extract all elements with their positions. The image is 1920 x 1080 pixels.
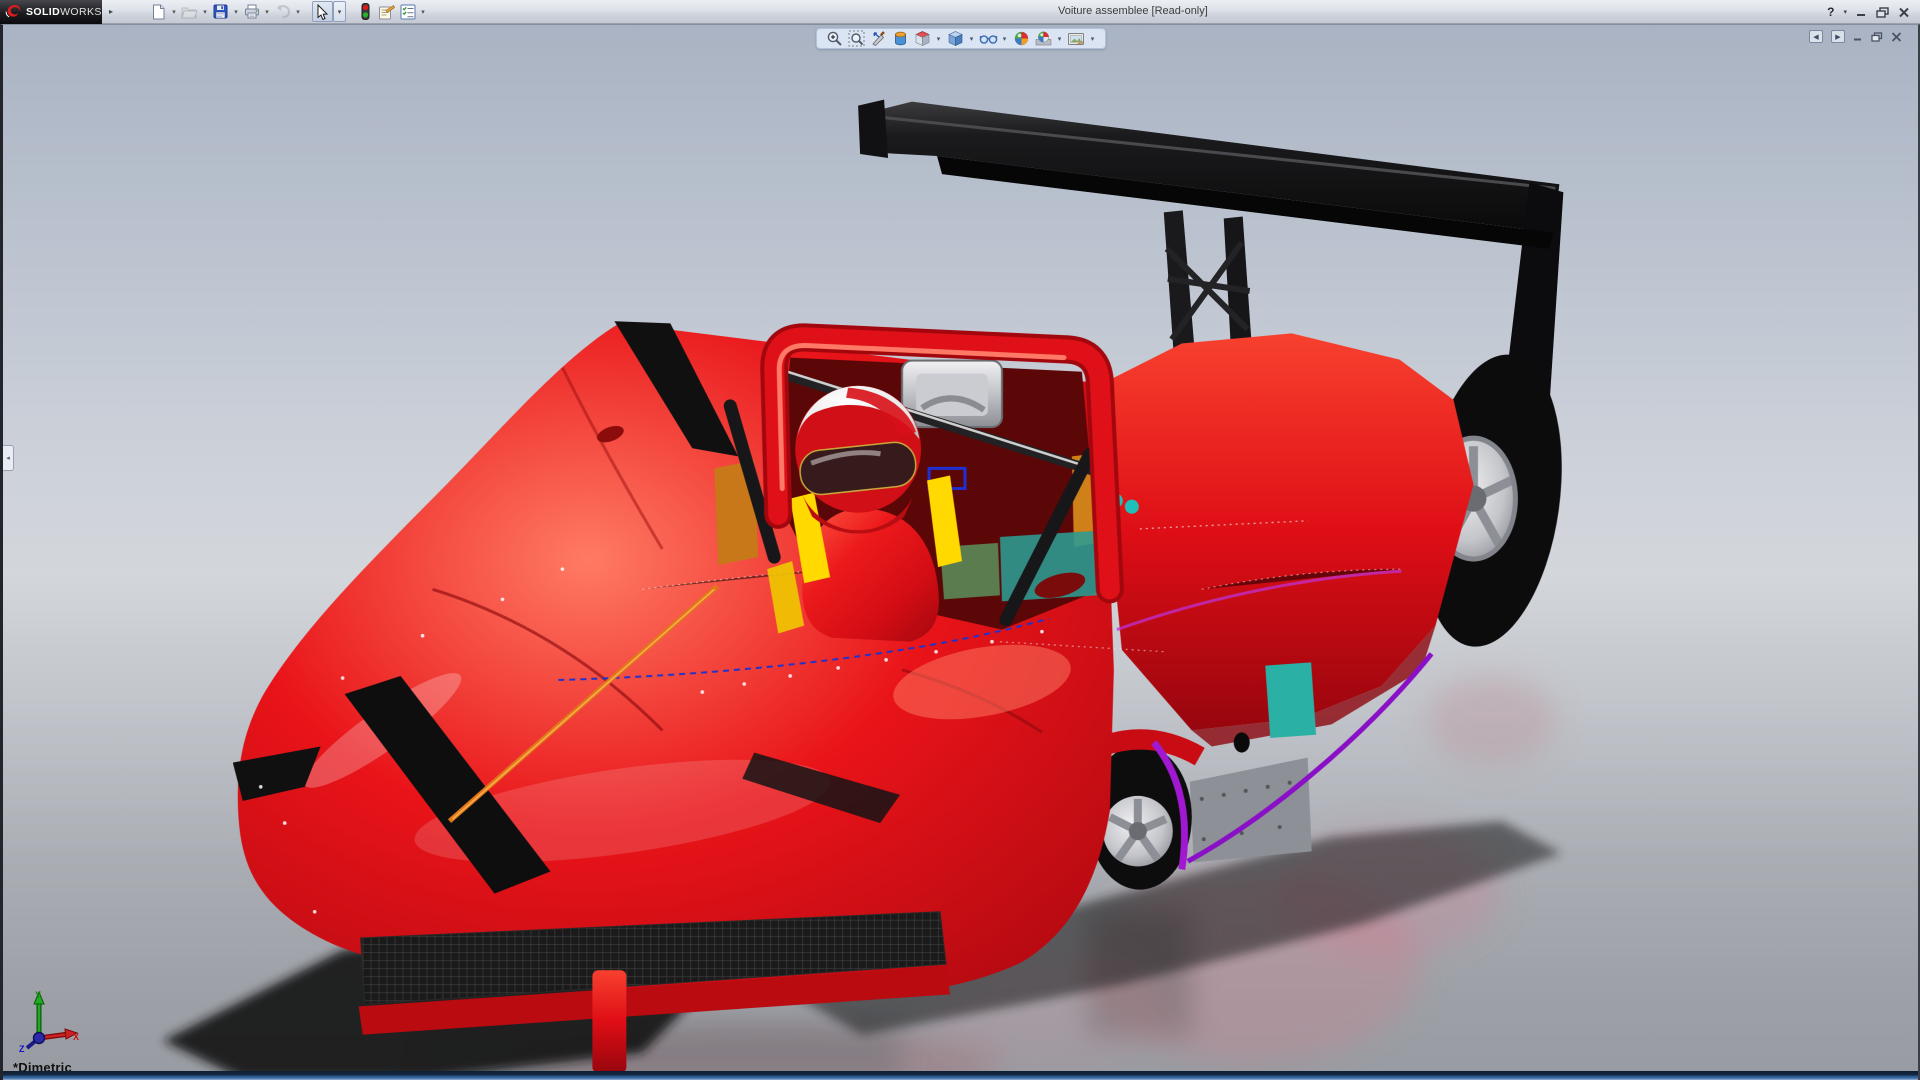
new-document-button[interactable]	[148, 1, 169, 22]
print-button[interactable]	[241, 1, 262, 22]
restore-icon	[1876, 7, 1889, 18]
undo-button[interactable]	[272, 1, 293, 22]
section-knife-icon	[870, 30, 887, 47]
zoom-to-area-button[interactable]	[825, 29, 844, 48]
select-cursor-icon	[316, 4, 329, 20]
scene-ball-icon	[1035, 30, 1052, 47]
apply-scene-dropdown[interactable]: ▾	[1056, 35, 1064, 43]
zoom-fit-icon	[848, 30, 865, 47]
doc-close-icon	[1891, 32, 1902, 42]
hide-show-items-dropdown[interactable]: ▾	[1001, 35, 1009, 43]
section-view-button[interactable]	[869, 29, 888, 48]
save-dropdown[interactable]: ▾	[231, 8, 241, 16]
expand-pane-right-button[interactable]: ▶	[1831, 30, 1845, 43]
view-cube-icon	[914, 30, 931, 47]
stoplight-button[interactable]	[355, 1, 376, 22]
cylinder-view-icon	[892, 30, 909, 47]
display-style-icon	[947, 30, 964, 47]
view-settings-dropdown[interactable]: ▾	[1089, 35, 1097, 43]
menu-expand-button[interactable]: ▸	[104, 2, 118, 22]
viewport-bottom-band	[3, 1071, 1918, 1080]
3d-drawing-view-button[interactable]	[891, 29, 910, 48]
note-pencil-icon	[378, 4, 395, 20]
edit-appearance-button[interactable]	[1012, 29, 1031, 48]
doc-restore-icon	[1871, 32, 1883, 42]
view-orientation-button[interactable]	[913, 29, 932, 48]
graphics-area[interactable]: ▾ ▾ ▾	[0, 24, 1920, 1080]
checklist-button[interactable]	[397, 1, 418, 22]
feature-pane-collapse-tab[interactable]: ◂	[3, 445, 14, 471]
triad-z-label: Z	[19, 1044, 25, 1054]
splitter-post[interactable]	[592, 970, 626, 1073]
appearance-ball-icon	[1013, 30, 1030, 47]
hide-show-items-button[interactable]	[979, 29, 998, 48]
help-button[interactable]: ?	[1827, 5, 1834, 19]
minimize-icon	[1856, 7, 1867, 17]
minimize-button[interactable]	[1856, 7, 1867, 17]
checklist-icon	[400, 4, 416, 20]
ds-logo-icon	[5, 4, 22, 19]
collapse-pane-left-button[interactable]: ◀	[1809, 30, 1823, 43]
undo-dropdown[interactable]: ▾	[293, 8, 303, 16]
stoplight-icon	[361, 3, 370, 20]
open-folder-icon	[181, 5, 198, 19]
main-toolbar: ▾ ▾ ▾	[148, 1, 428, 22]
display-style-button[interactable]	[946, 29, 965, 48]
zoom-area-icon	[826, 30, 843, 47]
apply-scene-button[interactable]	[1034, 29, 1053, 48]
display-style-dropdown[interactable]: ▾	[968, 35, 976, 43]
select-tool-dropdown[interactable]: ▾	[333, 1, 346, 22]
doc-close-button[interactable]	[1891, 32, 1902, 42]
solidworks-logo: SOLIDWORKS	[0, 0, 102, 24]
close-button[interactable]	[1898, 7, 1910, 18]
doc-minimize-icon	[1853, 32, 1863, 41]
titlebar: SOLIDWORKS ▸ ▾ ▾ ▾	[0, 0, 1920, 24]
new-document-dropdown[interactable]: ▾	[169, 8, 179, 16]
open-document-button[interactable]	[179, 1, 200, 22]
new-document-icon	[151, 4, 166, 20]
brand-text: SOLIDWORKS	[26, 6, 102, 18]
window-title: Voiture assemblee [Read-only]	[1058, 0, 1208, 23]
view-settings-button[interactable]	[1067, 29, 1086, 48]
zoom-to-fit-button[interactable]	[847, 29, 866, 48]
doc-restore-button[interactable]	[1871, 32, 1883, 42]
help-dropdown[interactable]: ▾	[1843, 8, 1847, 16]
printer-icon	[244, 4, 260, 19]
glasses-icon	[979, 30, 998, 47]
view-orientation-dropdown[interactable]: ▾	[935, 35, 943, 43]
save-button[interactable]	[210, 1, 231, 22]
checklist-dropdown[interactable]: ▾	[418, 8, 428, 16]
view-settings-icon	[1067, 31, 1085, 47]
restore-button[interactable]	[1876, 7, 1889, 18]
doc-minimize-button[interactable]	[1853, 32, 1863, 41]
triad-y-label: Y	[35, 990, 41, 1000]
document-window-controls: ◀ ▶	[1809, 30, 1902, 43]
headsup-view-toolbar: ▾ ▾ ▾	[816, 28, 1106, 49]
select-tool-button[interactable]	[312, 1, 333, 22]
undo-arrow-icon	[274, 4, 291, 19]
orientation-triad: Y X Z	[17, 988, 81, 1054]
save-floppy-icon	[213, 4, 228, 19]
triad-x-label: X	[73, 1032, 79, 1042]
window-controls: ? ▾	[1827, 0, 1910, 24]
race-car-model[interactable]	[3, 25, 1918, 1080]
print-dropdown[interactable]: ▾	[262, 8, 272, 16]
annotation-pad-button[interactable]	[376, 1, 397, 22]
open-document-dropdown[interactable]: ▾	[200, 8, 210, 16]
close-icon	[1898, 7, 1910, 18]
